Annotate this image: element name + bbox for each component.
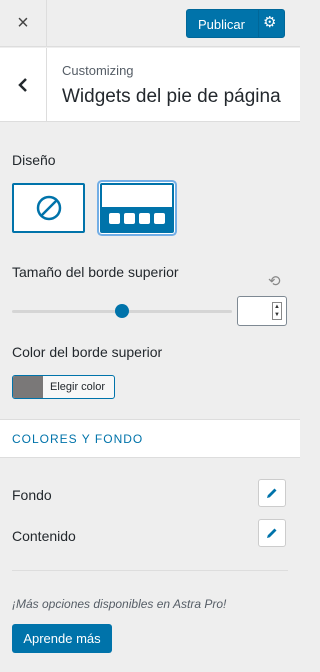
back-button[interactable] bbox=[0, 48, 47, 121]
divider bbox=[12, 570, 288, 571]
publish-label: Publicar bbox=[198, 17, 245, 32]
colors-section-heading: COLORES Y FONDO bbox=[12, 432, 144, 446]
layout-option-four-columns[interactable] bbox=[100, 183, 174, 233]
pencil-icon bbox=[267, 488, 277, 498]
spinner-arrows-icon[interactable]: ▲ ▼ bbox=[272, 302, 282, 320]
background-row-label: Fondo bbox=[12, 487, 52, 503]
pencil-icon bbox=[267, 528, 277, 538]
promo-text: ¡Más opciones disponibles en Astra Pro! bbox=[12, 597, 227, 611]
publish-separator bbox=[258, 10, 259, 37]
edit-background-button[interactable] bbox=[258, 479, 286, 507]
layout-option-disabled[interactable] bbox=[12, 183, 85, 233]
edit-content-button[interactable] bbox=[258, 519, 286, 547]
section-title: Widgets del pie de página bbox=[62, 86, 281, 107]
disabled-icon bbox=[36, 195, 61, 221]
section-header: Customizing Widgets del pie de página bbox=[0, 48, 300, 122]
publish-button[interactable]: Publicar ⚙ bbox=[186, 9, 285, 38]
chevron-left-icon bbox=[18, 77, 27, 92]
layout-label: Diseño bbox=[12, 152, 56, 168]
colors-background-section[interactable]: COLORES Y FONDO bbox=[0, 419, 300, 458]
slider-handle[interactable] bbox=[115, 304, 129, 318]
learn-more-button[interactable]: Aprende más bbox=[12, 624, 112, 653]
content-row-label: Contenido bbox=[12, 528, 76, 544]
gear-icon[interactable]: ⚙ bbox=[263, 13, 276, 31]
four-column-layout-icon bbox=[102, 185, 172, 231]
border-color-label: Color del borde superior bbox=[12, 344, 163, 360]
border-size-input[interactable]: ▲ ▼ bbox=[237, 296, 287, 326]
breadcrumb: Customizing bbox=[62, 63, 134, 78]
close-icon: × bbox=[17, 12, 29, 34]
customizer-header: × Publicar ⚙ bbox=[0, 0, 300, 47]
reset-icon[interactable]: ⟲ bbox=[268, 272, 281, 290]
choose-color-label: Elegir color bbox=[50, 381, 106, 393]
close-button[interactable]: × bbox=[0, 0, 47, 47]
color-swatch bbox=[13, 376, 43, 398]
border-size-label: Tamaño del borde superior bbox=[12, 264, 179, 280]
choose-color-button[interactable]: Elegir color bbox=[12, 375, 115, 399]
